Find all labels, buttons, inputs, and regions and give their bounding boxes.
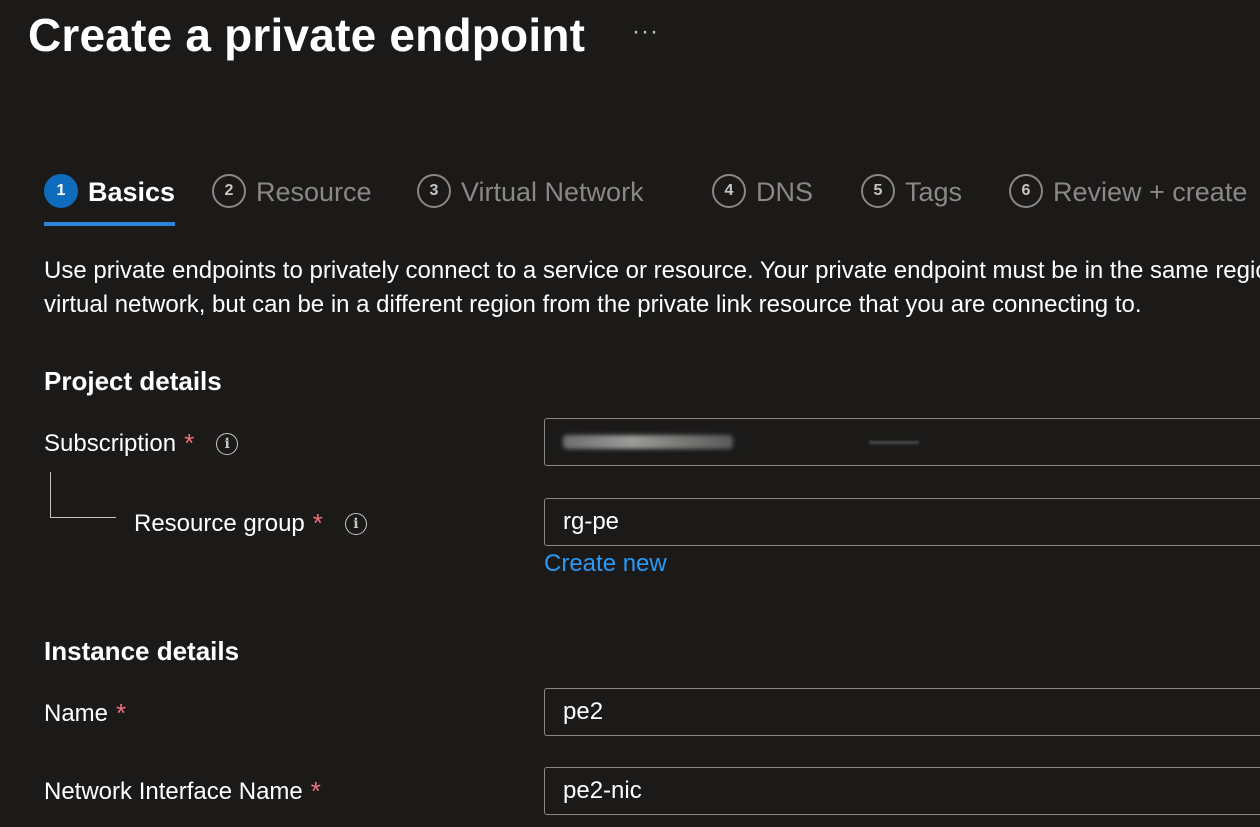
project-details-heading: Project details (44, 366, 222, 396)
step-number-badge: 5 (861, 174, 895, 208)
info-icon[interactable]: i (216, 432, 239, 455)
tab-basics[interactable]: 1 Basics (44, 172, 176, 228)
tab-label: Virtual Network (461, 177, 644, 207)
nic-name-input[interactable]: pe2-nic (544, 767, 1260, 815)
instance-details-heading: Instance details (44, 636, 240, 666)
tab-dns[interactable]: 4 DNS (712, 172, 813, 228)
required-asterisk: * (310, 776, 321, 806)
create-new-link[interactable]: Create new (544, 550, 667, 578)
tab-label: Resource (256, 177, 372, 207)
step-number-badge: 3 (417, 174, 451, 208)
description-line: Use private endpoints to privately conne… (44, 257, 1260, 284)
resource-group-select[interactable]: rg-pe (544, 498, 1260, 546)
tab-label: Basics (88, 177, 176, 207)
nic-label: Network Interface Name * (44, 776, 321, 807)
required-asterisk: * (116, 698, 127, 728)
hierarchy-connector (50, 472, 116, 518)
redacted-value (563, 419, 919, 465)
resource-group-label: Resource group * i (134, 508, 367, 539)
resource-group-label-text: Resource group (134, 509, 305, 537)
wizard-tabs: 1 Basics 2 Resource 3 Virtual Network 4 … (44, 172, 1260, 228)
tab-virtual-network[interactable]: 3 Virtual Network (417, 172, 644, 228)
description: Use private endpoints to privately conne… (44, 254, 1260, 322)
subscription-label: Subscription * i (44, 428, 239, 459)
tab-tags[interactable]: 5 Tags (861, 172, 962, 228)
step-number-badge: 4 (712, 174, 746, 208)
tab-resource[interactable]: 2 Resource (212, 172, 372, 228)
nic-label-text: Network Interface Name (44, 777, 303, 805)
name-label: Name * (44, 698, 126, 729)
step-number-badge: 1 (44, 174, 78, 208)
tab-label: DNS (756, 177, 814, 207)
tab-label: Review + create (1053, 177, 1248, 207)
tab-review-create[interactable]: 6 Review + create (1009, 172, 1247, 228)
step-number-badge: 2 (212, 174, 246, 208)
tab-label: Tags (905, 177, 963, 207)
more-options-icon[interactable]: ··· (632, 18, 659, 46)
name-label-text: Name (44, 699, 109, 727)
name-input[interactable]: pe2 (544, 688, 1260, 736)
required-asterisk: * (184, 428, 195, 458)
description-line: virtual network, but can be in a differe… (44, 291, 1142, 318)
required-asterisk: * (312, 508, 323, 538)
subscription-select[interactable] (544, 418, 1260, 466)
redacted-block (563, 435, 733, 449)
step-number-badge: 6 (1009, 174, 1043, 208)
info-icon[interactable]: i (344, 512, 367, 535)
redacted-line (869, 440, 919, 444)
subscription-label-text: Subscription (44, 429, 177, 457)
page-title: Create a private endpoint (28, 9, 586, 61)
